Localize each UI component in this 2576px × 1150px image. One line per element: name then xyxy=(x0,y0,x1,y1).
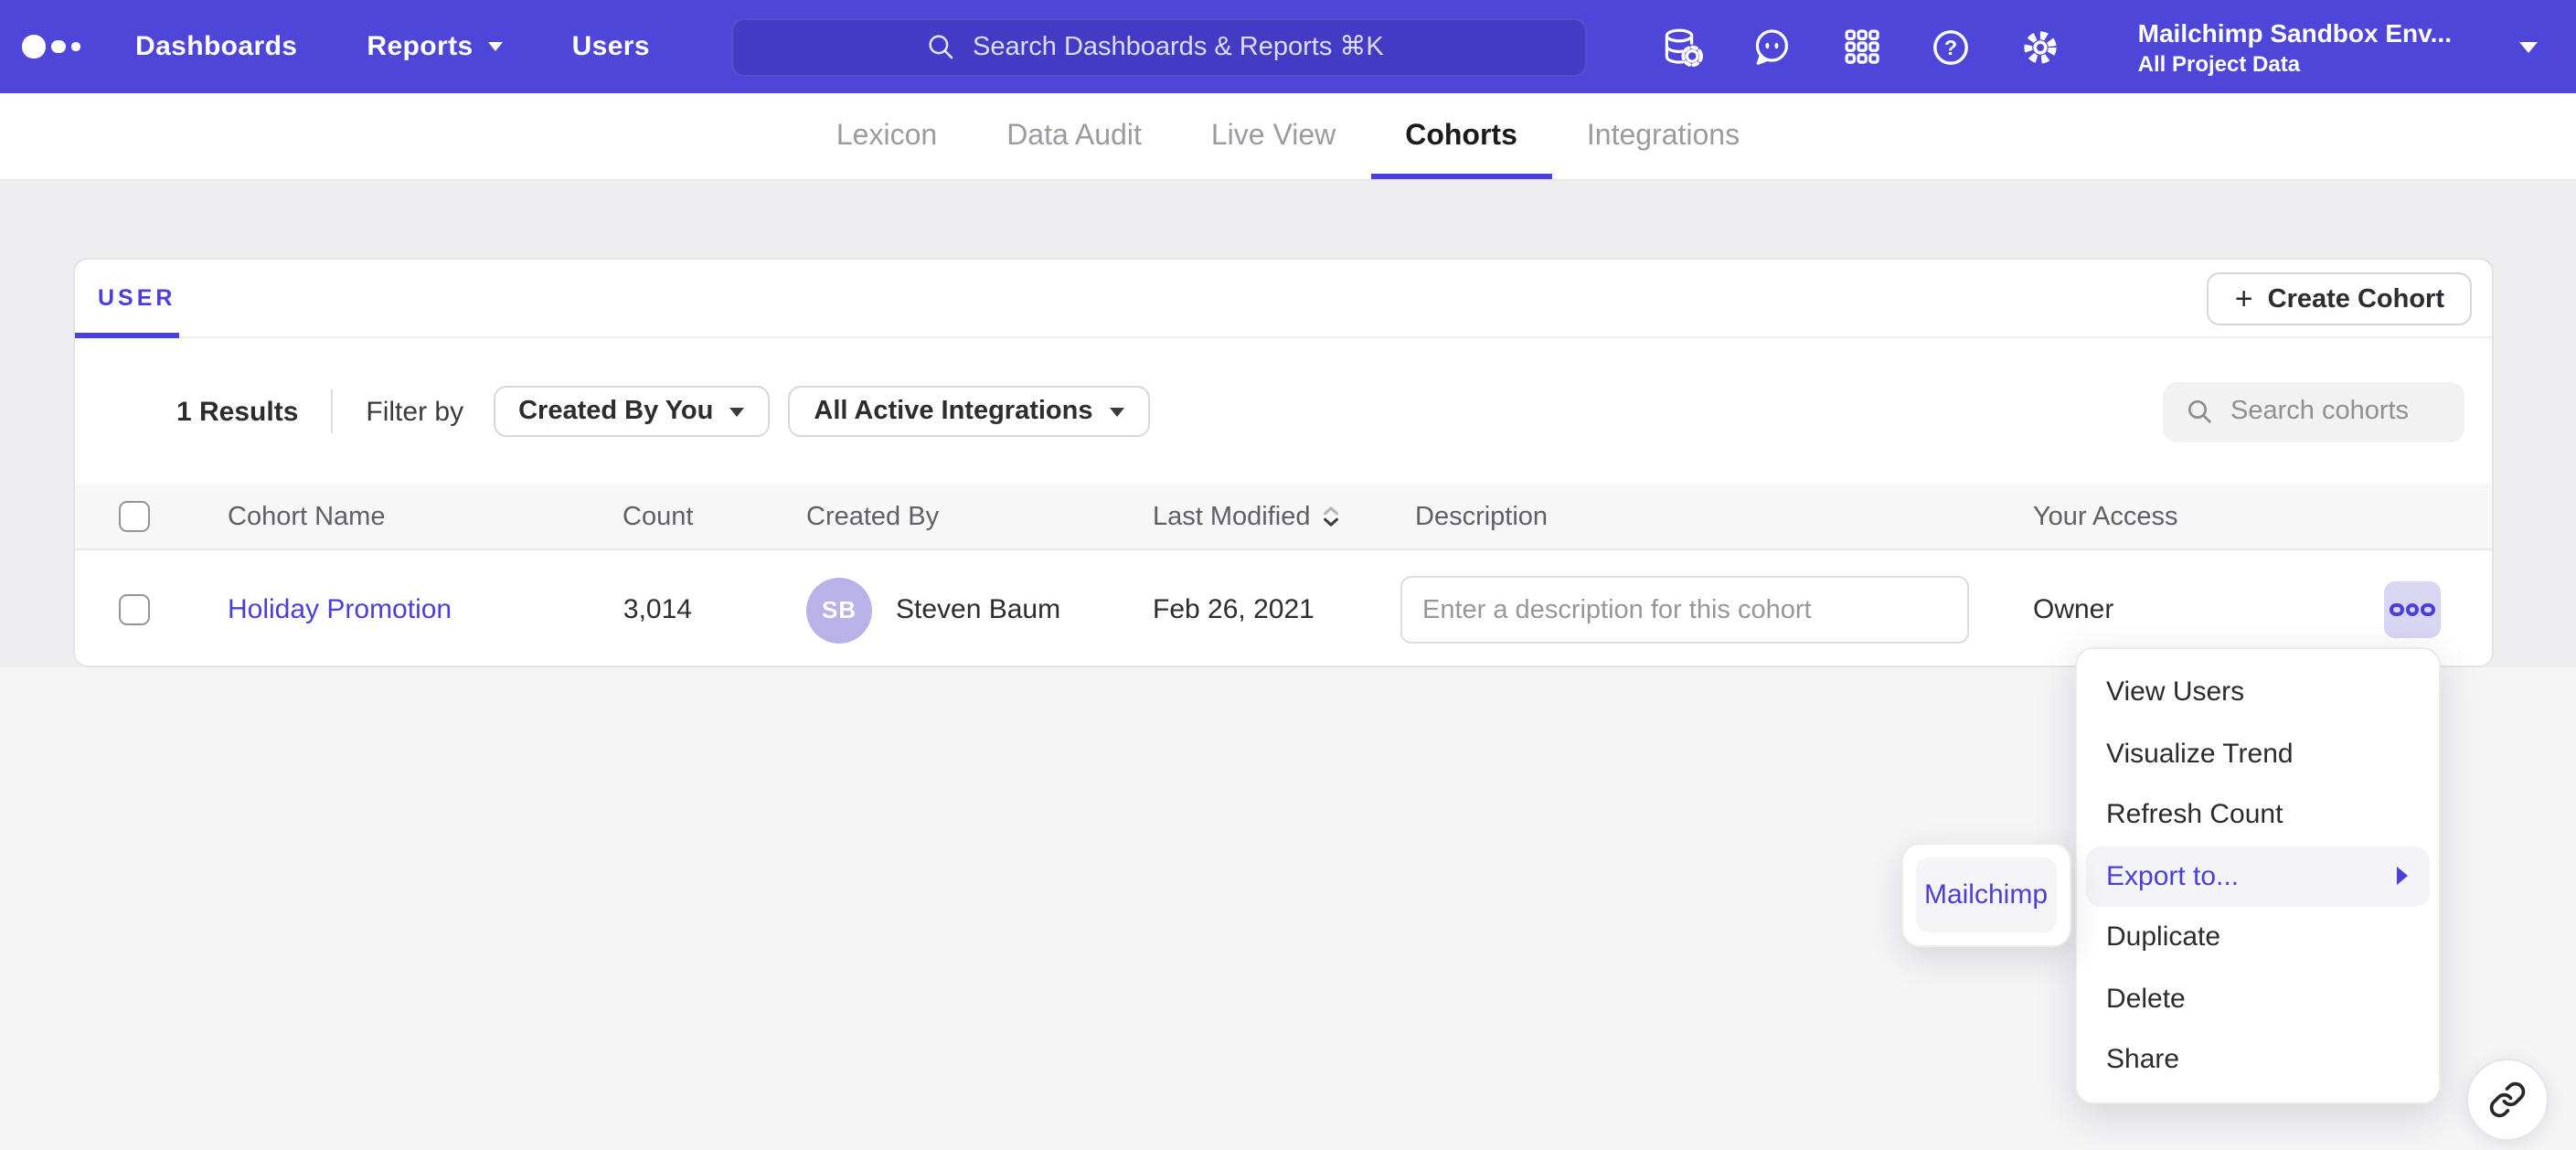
col-description: Description xyxy=(1415,502,2033,531)
col-created-by: Created By xyxy=(692,502,1153,531)
topbar: Dashboards Reports Users xyxy=(0,0,2576,93)
create-cohort-label: Create Cohort xyxy=(2268,284,2444,314)
nav-users-label: Users xyxy=(572,31,650,62)
menu-item-duplicate[interactable]: Duplicate xyxy=(2076,907,2439,968)
menu-item-view-users[interactable]: View Users xyxy=(2076,662,2439,723)
search-icon xyxy=(2185,398,2214,427)
last-modified-date: Feb 26, 2021 xyxy=(1153,594,1415,625)
cohort-name-link[interactable]: Holiday Promotion xyxy=(228,594,452,625)
description-input[interactable] xyxy=(1400,576,1969,644)
filter-created-by-dropdown[interactable]: Created By You xyxy=(493,386,770,437)
help-icon[interactable]: ? xyxy=(1930,25,1974,69)
filter-row: 1 Results Filter by Created By You All A… xyxy=(74,338,2491,484)
mixpanel-logo-icon[interactable] xyxy=(22,36,88,59)
plus-icon: + xyxy=(2235,283,2253,314)
main-content: USER + Create Cohort 1 Results Filter by… xyxy=(0,181,2576,1150)
dot-icon xyxy=(2390,603,2403,617)
chevron-down-icon xyxy=(1110,407,1124,416)
col-last-modified-label: Last Modified xyxy=(1153,502,1311,531)
sort-icon xyxy=(1322,503,1340,530)
filter-integrations-dropdown[interactable]: All Active Integrations xyxy=(788,386,1149,437)
dot-icon xyxy=(2405,603,2419,617)
chevron-down-icon xyxy=(488,42,503,51)
col-last-modified[interactable]: Last Modified xyxy=(1153,502,1415,531)
cohort-search[interactable] xyxy=(2163,382,2464,442)
menu-item-delete[interactable]: Delete xyxy=(2076,968,2439,1029)
tab-lexicon[interactable]: Lexicon xyxy=(802,93,972,179)
link-icon xyxy=(2487,1080,2526,1118)
topbar-nav: Dashboards Reports Users xyxy=(135,31,650,62)
feedback-icon[interactable] xyxy=(1751,25,1794,69)
select-all-checkbox[interactable] xyxy=(118,501,149,532)
project-name: Mailchimp Sandbox Env... xyxy=(2138,17,2452,47)
menu-item-share[interactable]: Share xyxy=(2076,1029,2439,1091)
panel-tabbar: USER + Create Cohort xyxy=(74,260,2491,338)
cohort-search-input[interactable] xyxy=(2230,398,2432,427)
project-switcher[interactable]: Mailchimp Sandbox Env... All Project Dat… xyxy=(2138,17,2452,76)
search-icon xyxy=(925,31,956,62)
settings-gear-icon[interactable] xyxy=(2019,25,2063,69)
nav-reports[interactable]: Reports xyxy=(367,31,502,62)
col-count: Count xyxy=(623,502,692,531)
filter-by-label: Filter by xyxy=(366,396,463,427)
dot-icon xyxy=(2421,603,2434,617)
create-cohort-button[interactable]: + Create Cohort xyxy=(2208,272,2472,325)
row-checkbox[interactable] xyxy=(118,594,149,625)
tab-integrations[interactable]: Integrations xyxy=(1552,93,1774,179)
nav-dashboards-label: Dashboards xyxy=(135,31,297,62)
col-your-access: Your Access xyxy=(2033,502,2384,531)
col-cohort-name: Cohort Name xyxy=(228,502,623,531)
row-actions-button[interactable] xyxy=(2384,581,2440,638)
topbar-actions: ? Mailchimp Sandbox Env... All Project D… xyxy=(1661,17,2538,76)
cohort-count: 3,014 xyxy=(623,594,692,625)
copy-link-button[interactable] xyxy=(2465,1058,2548,1140)
cohorts-panel: USER + Create Cohort 1 Results Filter by… xyxy=(72,258,2493,667)
divider xyxy=(331,389,333,433)
menu-item-refresh-count[interactable]: Refresh Count xyxy=(2076,784,2439,846)
export-submenu: Mailchimp xyxy=(1900,843,2071,947)
data-management-icon[interactable] xyxy=(1661,25,1705,69)
chevron-down-icon xyxy=(729,407,744,416)
submenu-item-mailchimp[interactable]: Mailchimp xyxy=(1915,857,2057,932)
svg-text:?: ? xyxy=(1945,35,1958,59)
global-search[interactable] xyxy=(731,17,1587,76)
menu-item-export-to[interactable]: Export to... xyxy=(2086,846,2429,907)
secondary-nav: Lexicon Data Audit Live View Cohorts Int… xyxy=(0,93,2576,181)
app-root: Dashboards Reports Users xyxy=(0,0,2576,1150)
nav-users[interactable]: Users xyxy=(572,31,650,62)
created-by-name: Steven Baum xyxy=(896,594,1060,625)
filter-integrations-label: All Active Integrations xyxy=(814,397,1092,426)
tab-cohorts[interactable]: Cohorts xyxy=(1370,93,1552,179)
tab-live-view[interactable]: Live View xyxy=(1176,93,1370,179)
nav-dashboards[interactable]: Dashboards xyxy=(135,31,297,62)
results-count: 1 Results xyxy=(176,396,298,427)
tab-data-audit[interactable]: Data Audit xyxy=(972,93,1176,179)
filter-created-by-label: Created By You xyxy=(518,397,713,426)
table-header: Cohort Name Count Created By Last Modifi… xyxy=(74,484,2491,550)
nav-reports-label: Reports xyxy=(367,31,473,62)
tab-user-cohorts[interactable]: USER xyxy=(98,285,176,311)
row-actions-menu: View Users Visualize Trend Refresh Count… xyxy=(2074,647,2441,1104)
project-subtitle: All Project Data xyxy=(2138,50,2452,76)
access-level: Owner xyxy=(2033,594,2384,625)
menu-item-visualize-trend[interactable]: Visualize Trend xyxy=(2076,723,2439,784)
menu-item-export-to-label: Export to... xyxy=(2106,861,2239,892)
avatar: SB xyxy=(806,577,872,643)
project-chevron-down-icon[interactable] xyxy=(2519,41,2538,52)
submenu-arrow-icon xyxy=(2396,868,2407,886)
global-search-input[interactable] xyxy=(973,32,1393,61)
apps-grid-icon[interactable] xyxy=(1840,25,1884,69)
